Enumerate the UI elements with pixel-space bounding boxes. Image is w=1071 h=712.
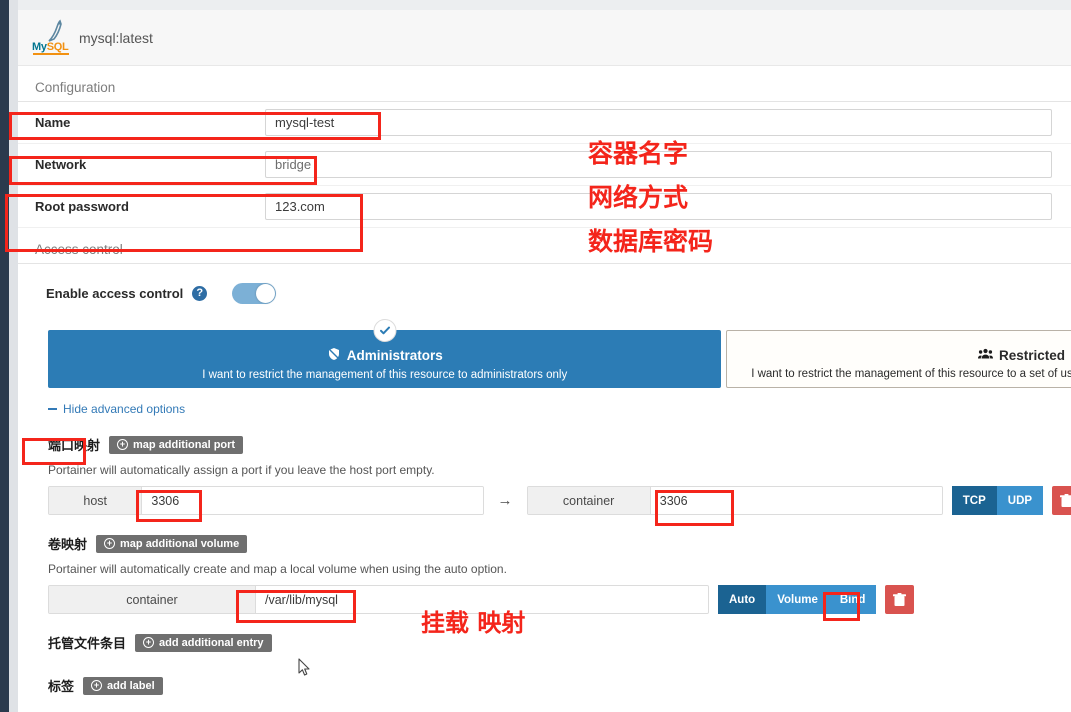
volume-mode-auto-button[interactable]: Auto	[718, 585, 767, 614]
access-control-section: Access control Enable access control ? A…	[18, 228, 1071, 416]
hosts-file-group-title: 托管文件条目	[48, 636, 127, 651]
volume-mode-bind-button[interactable]: Bind	[828, 585, 877, 614]
volumes-group: 卷映射 + map additional volume Portainer wi…	[18, 534, 1071, 614]
card-header: MySQL mysql:latest	[18, 10, 1071, 66]
minus-icon	[48, 408, 57, 410]
volumes-hint: Portainer will automatically create and …	[48, 562, 507, 576]
form-row-root-password: Root password 123.com	[18, 186, 1071, 228]
volume-mode-volume-button[interactable]: Volume	[766, 585, 829, 614]
enable-access-control-toggle[interactable]	[232, 282, 277, 304]
labels-group-head: 标签 + add label	[48, 676, 1071, 695]
left-nav-rail	[0, 0, 9, 712]
configuration-section-title: Configuration	[18, 66, 1071, 102]
volume-mode-toggle-group: Auto Volume Bind	[718, 585, 877, 614]
host-port-input[interactable]: 3306	[142, 487, 483, 514]
protocol-toggle-group: TCP UDP	[951, 486, 1044, 515]
protocol-tcp-button[interactable]: TCP	[951, 486, 997, 515]
toggle-knob	[256, 283, 276, 303]
name-input[interactable]: mysql-test	[265, 109, 1052, 136]
root-password-label: Root password	[35, 199, 129, 214]
map-additional-port-button[interactable]: + map additional port	[109, 435, 244, 454]
enable-access-control-label: Enable access control	[46, 285, 184, 301]
hosts-file-group-head: 托管文件条目 + add additional entry	[48, 633, 1071, 652]
annotation-note-container-name: 容器名字	[588, 139, 689, 168]
enable-access-control-row: Enable access control ?	[18, 270, 1071, 316]
image-title: mysql:latest	[79, 29, 153, 46]
port-map-row: host 3306 → container 3306 TCP UDP	[48, 486, 1071, 515]
access-panel-administrators-subtitle: I want to restrict the management of thi…	[202, 369, 568, 381]
plus-icon: +	[91, 680, 103, 691]
plus-icon: +	[117, 439, 129, 450]
access-panel-restricted-subtitle: I want to restrict the management of thi…	[751, 368, 1071, 380]
configuration-section: Configuration Name mysql-test Network br…	[18, 66, 1071, 228]
map-additional-port-label: map additional port	[133, 438, 236, 451]
check-icon	[373, 319, 397, 342]
volume-map-row: container /var/lib/mysql Auto Volume Bin…	[48, 585, 1071, 614]
access-panel-restricted-title: Restricted	[727, 331, 1071, 363]
mysql-logo-icon: MySQL	[32, 19, 72, 55]
container-port-addon: container	[527, 487, 651, 514]
volumes-group-title: 卷映射	[48, 537, 88, 552]
annotation-note-db-password: 数据库密码	[588, 227, 714, 256]
network-label: Network	[35, 157, 87, 172]
host-port-input-group: host 3306	[48, 486, 484, 515]
protocol-udp-button[interactable]: UDP	[996, 486, 1044, 515]
hosts-file-group: 托管文件条目 + add additional entry	[18, 633, 1071, 652]
help-icon[interactable]: ?	[192, 285, 208, 301]
volumes-group-head: 卷映射 + map additional volume	[48, 534, 1071, 553]
access-panel-administrators[interactable]: Administrators I want to restrict the ma…	[48, 319, 722, 388]
logo-my-text: My	[32, 40, 47, 53]
page-gutter	[9, 0, 18, 712]
access-control-section-title: Access control	[18, 228, 1071, 264]
container-port-input-group: container 3306	[526, 486, 943, 515]
volume-container-input-group: container /var/lib/mysql	[48, 585, 709, 614]
logo-sql-text: SQL	[46, 40, 69, 53]
container-creation-card: MySQL mysql:latest Configuration Name my…	[18, 10, 1071, 712]
form-row-network: Network bridge	[18, 144, 1071, 186]
add-label-button[interactable]: + add label	[83, 676, 163, 695]
name-label: Name	[35, 115, 71, 130]
volume-container-addon: container	[49, 586, 256, 613]
ports-group: 端口映射 + map additional port Portainer wil…	[18, 435, 1071, 515]
access-control-panels: Administrators I want to restrict the ma…	[18, 319, 1071, 388]
plus-icon: +	[143, 637, 155, 648]
form-row-name: Name mysql-test	[18, 102, 1071, 144]
access-panel-restricted[interactable]: Restricted I want to restrict the manage…	[726, 330, 1071, 388]
logo-underline	[33, 52, 69, 55]
host-port-addon: host	[49, 487, 143, 514]
map-additional-volume-label: map additional volume	[120, 537, 240, 550]
ports-group-title: 端口映射	[48, 438, 101, 453]
hide-advanced-options-link[interactable]: Hide advanced options	[18, 402, 1071, 416]
add-additional-entry-label: add additional entry	[159, 636, 264, 649]
remove-volume-button[interactable]	[885, 585, 915, 614]
plus-icon: +	[104, 538, 116, 549]
remove-port-button[interactable]	[1052, 486, 1071, 515]
container-port-input[interactable]: 3306	[650, 487, 942, 514]
shield-icon	[327, 347, 341, 364]
users-icon	[977, 348, 993, 363]
add-label-label: add label	[107, 679, 155, 692]
arrow-right-icon: →	[497, 492, 513, 509]
labels-group: 标签 + add label	[18, 676, 1071, 695]
annotation-note-network-mode: 网络方式	[588, 183, 689, 212]
mouse-cursor	[298, 658, 311, 680]
hide-advanced-options-label: Hide advanced options	[63, 402, 186, 416]
ports-hint: Portainer will automatically assign a po…	[48, 463, 435, 477]
labels-group-title: 标签	[48, 679, 75, 694]
map-additional-volume-button[interactable]: + map additional volume	[96, 534, 248, 553]
add-additional-entry-button[interactable]: + add additional entry	[135, 633, 272, 652]
ports-group-head: 端口映射 + map additional port	[48, 435, 1071, 454]
annotation-note-mount-mapping: 挂载 映射	[421, 609, 526, 637]
